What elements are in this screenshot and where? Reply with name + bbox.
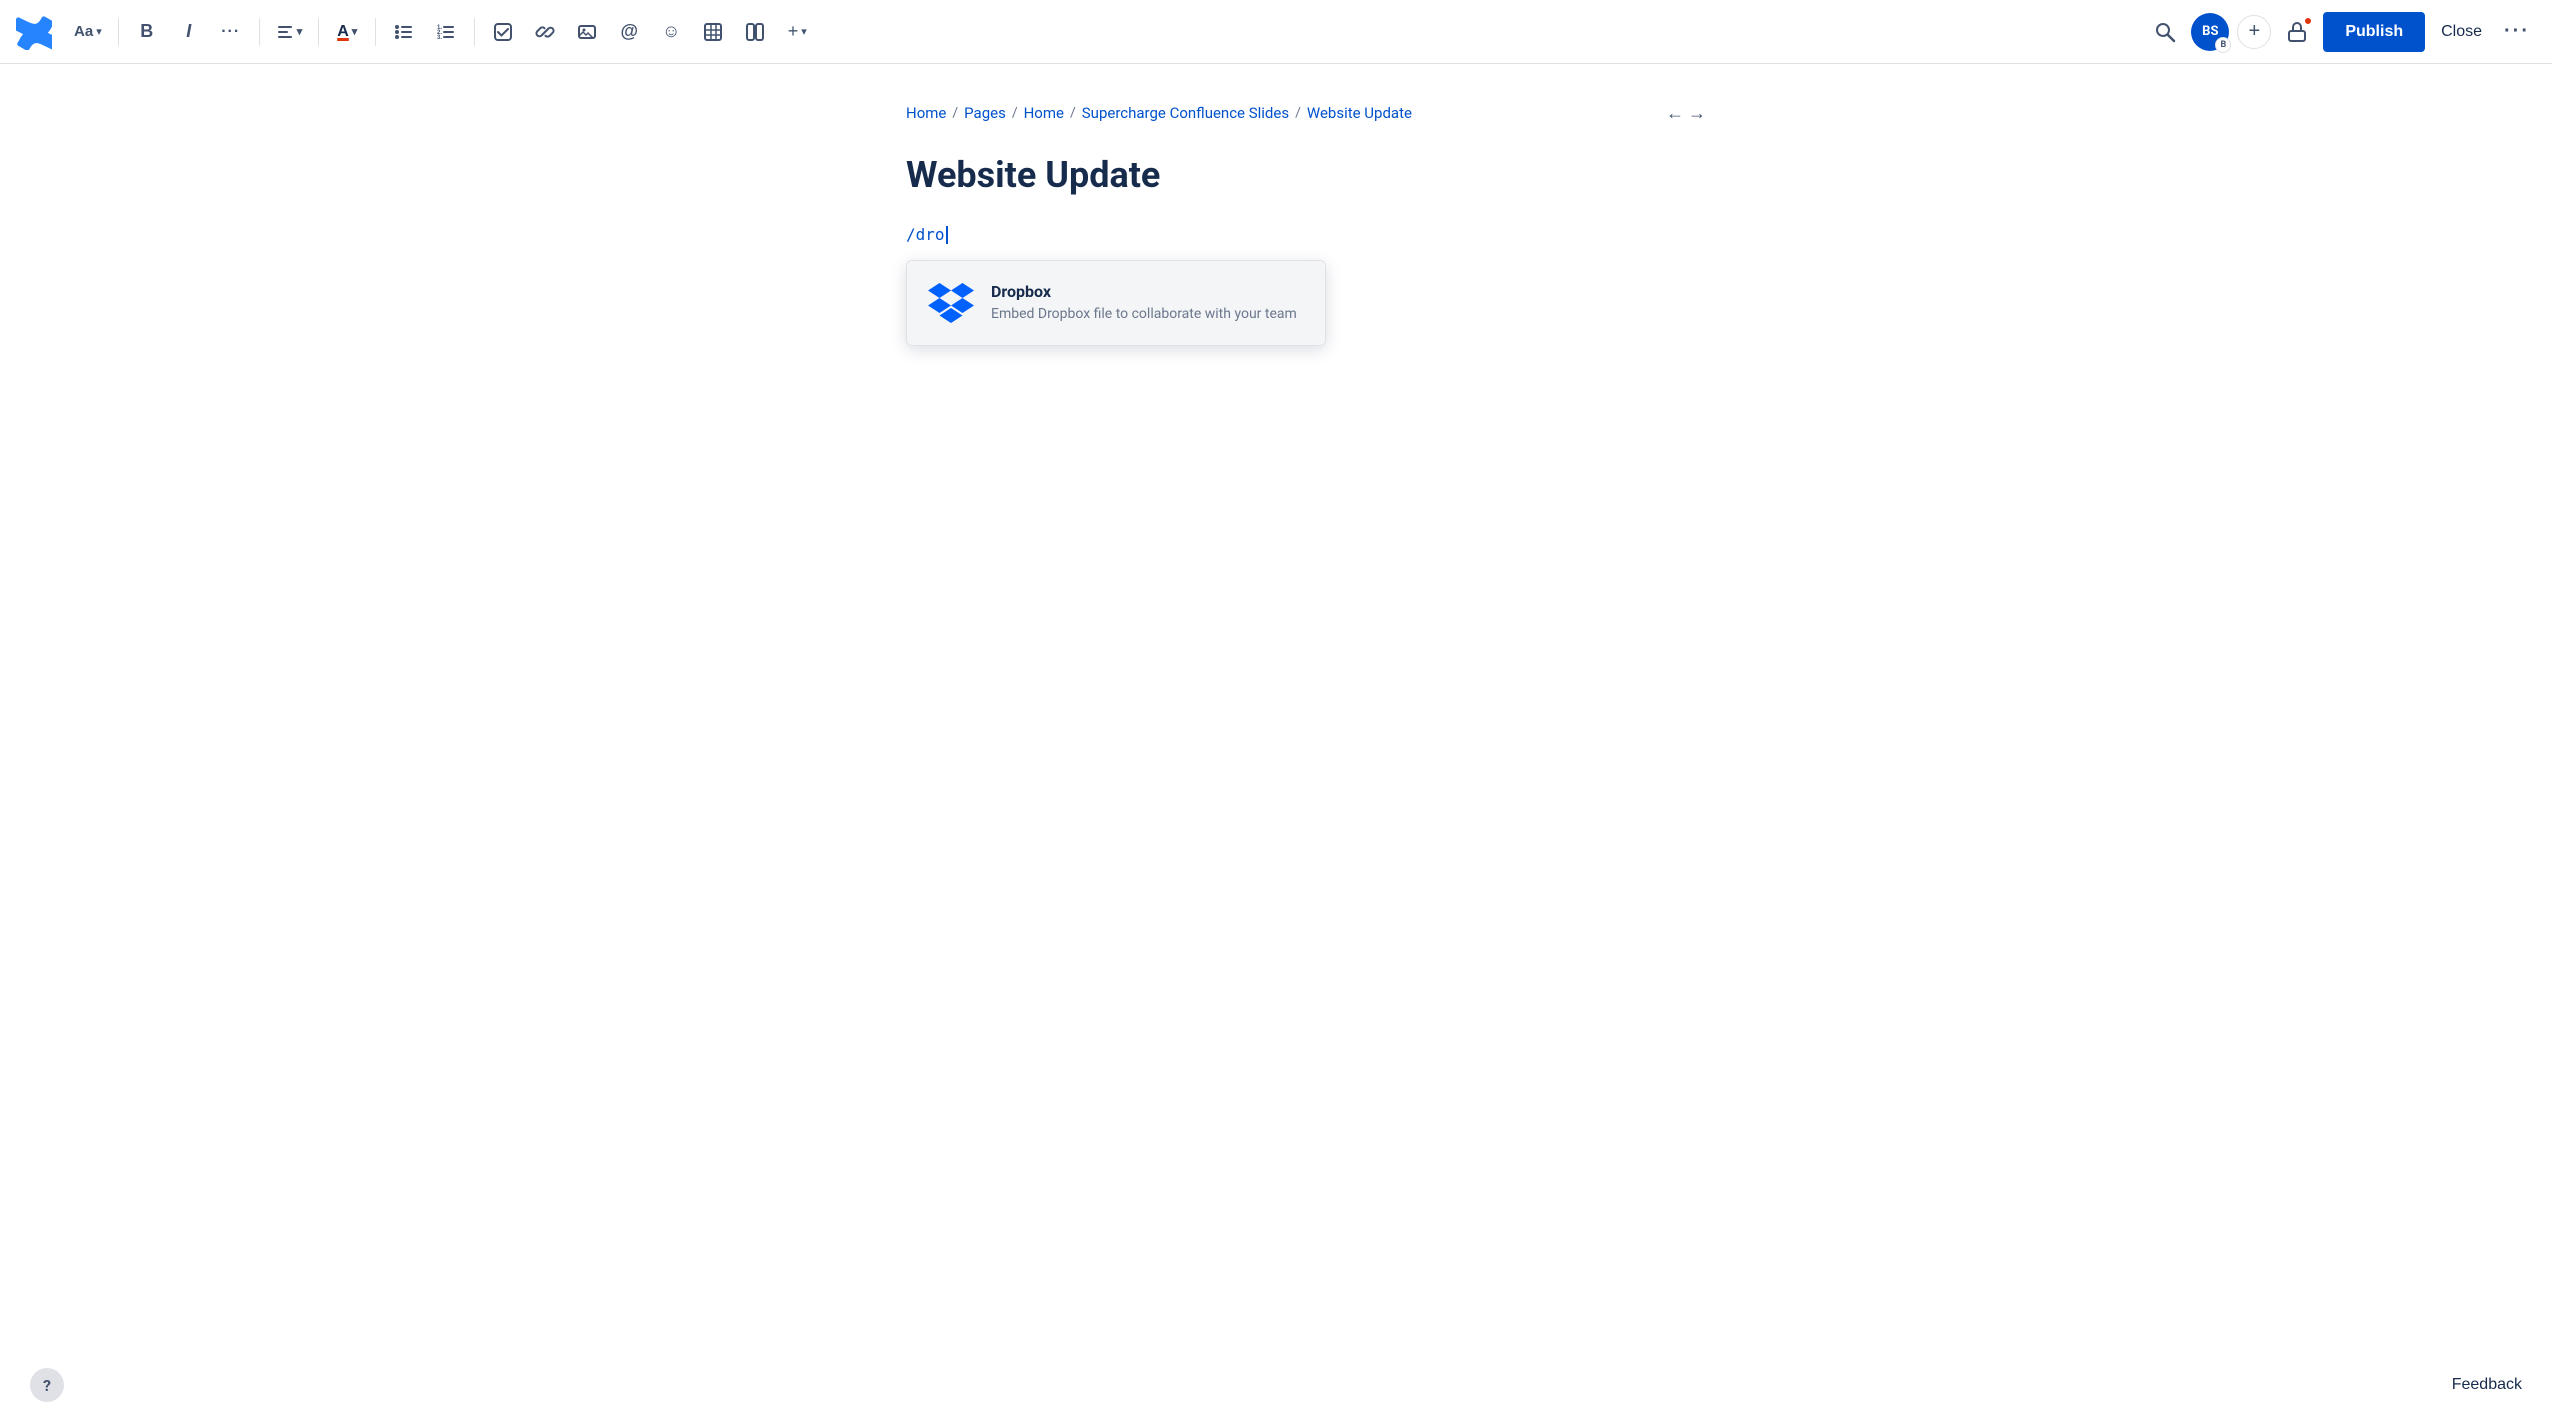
- breadcrumb: Home / Pages / Home / Supercharge Conflu…: [906, 104, 1646, 122]
- avatar[interactable]: BS B: [2191, 13, 2229, 51]
- close-button[interactable]: Close: [2433, 12, 2490, 52]
- breadcrumb-sep-1: /: [952, 105, 958, 121]
- breadcrumb-supercharge[interactable]: Supercharge Confluence Slides: [1082, 104, 1289, 122]
- breadcrumb-home-1[interactable]: Home: [906, 104, 946, 122]
- emoji-button[interactable]: ☺: [653, 14, 689, 50]
- breadcrumb-pages[interactable]: Pages: [964, 104, 1006, 122]
- text-color-button[interactable]: A ▾: [329, 14, 365, 50]
- search-button[interactable]: [2147, 14, 2183, 50]
- svg-text:3.: 3.: [437, 35, 442, 41]
- dropbox-title: Dropbox: [991, 282, 1297, 301]
- dropbox-icon: [927, 279, 975, 327]
- divider-4: [375, 18, 376, 46]
- avatar-badge: B: [2215, 37, 2231, 53]
- breadcrumb-sep-3: /: [1070, 105, 1076, 121]
- text-cursor: [946, 226, 948, 244]
- editor-command-text: /dro: [906, 225, 945, 244]
- toolbar: Aa ▾ B I ··· ▾ A ▾ 1.2.3.: [0, 0, 2552, 64]
- toolbar-right: BS B + Publish Close ···: [2147, 12, 2536, 52]
- dropbox-option[interactable]: Dropbox Embed Dropbox file to collaborat…: [907, 261, 1325, 345]
- divider-5: [474, 18, 475, 46]
- mention-button[interactable]: @: [611, 14, 647, 50]
- align-button[interactable]: ▾: [270, 14, 309, 50]
- bullet-list-button[interactable]: [386, 14, 422, 50]
- dropbox-description: Embed Dropbox file to collaborate with y…: [991, 305, 1297, 325]
- numbered-list-button[interactable]: 1.2.3.: [428, 14, 464, 50]
- help-button[interactable]: ?: [30, 1368, 64, 1402]
- lock-notification: [2303, 16, 2313, 26]
- breadcrumb-home-2[interactable]: Home: [1024, 104, 1064, 122]
- insert-button[interactable]: + ▾: [779, 14, 815, 50]
- more-options-button[interactable]: ···: [2498, 14, 2536, 50]
- bold-button[interactable]: B: [129, 14, 165, 50]
- main-content: Home / Pages / Home / Supercharge Conflu…: [826, 64, 1726, 386]
- breadcrumb-website-update[interactable]: Website Update: [1307, 104, 1412, 122]
- dropbox-text: Dropbox Embed Dropbox file to collaborat…: [991, 282, 1297, 325]
- breadcrumb-sep-2: /: [1012, 105, 1018, 121]
- editor-command-line[interactable]: /dro: [906, 225, 1646, 244]
- confluence-logo[interactable]: [16, 14, 52, 50]
- footer: ? Feedback: [0, 1368, 2552, 1402]
- breadcrumb-sep-4: /: [1295, 105, 1301, 121]
- table-button[interactable]: [695, 14, 731, 50]
- lock-button[interactable]: [2279, 14, 2315, 50]
- layout-button[interactable]: [737, 14, 773, 50]
- divider-1: [118, 18, 119, 46]
- italic-button[interactable]: I: [171, 14, 207, 50]
- publish-button[interactable]: Publish: [2323, 12, 2425, 52]
- breadcrumb-nav[interactable]: ← →: [1666, 103, 1706, 124]
- divider-2: [259, 18, 260, 46]
- task-button[interactable]: [485, 14, 521, 50]
- breadcrumb-prev-icon[interactable]: ←: [1666, 103, 1684, 124]
- more-format-button[interactable]: ···: [213, 14, 249, 50]
- link-button[interactable]: [527, 14, 563, 50]
- feedback-button[interactable]: Feedback: [2452, 1376, 2522, 1394]
- image-button[interactable]: [569, 14, 605, 50]
- divider-3: [318, 18, 319, 46]
- breadcrumb-next-icon[interactable]: →: [1688, 103, 1706, 124]
- page-title[interactable]: Website Update: [906, 154, 1646, 197]
- slash-command-dropdown: Dropbox Embed Dropbox file to collaborat…: [906, 260, 1326, 346]
- add-collaborator-button[interactable]: +: [2237, 15, 2271, 49]
- font-size-button[interactable]: Aa ▾: [68, 14, 108, 50]
